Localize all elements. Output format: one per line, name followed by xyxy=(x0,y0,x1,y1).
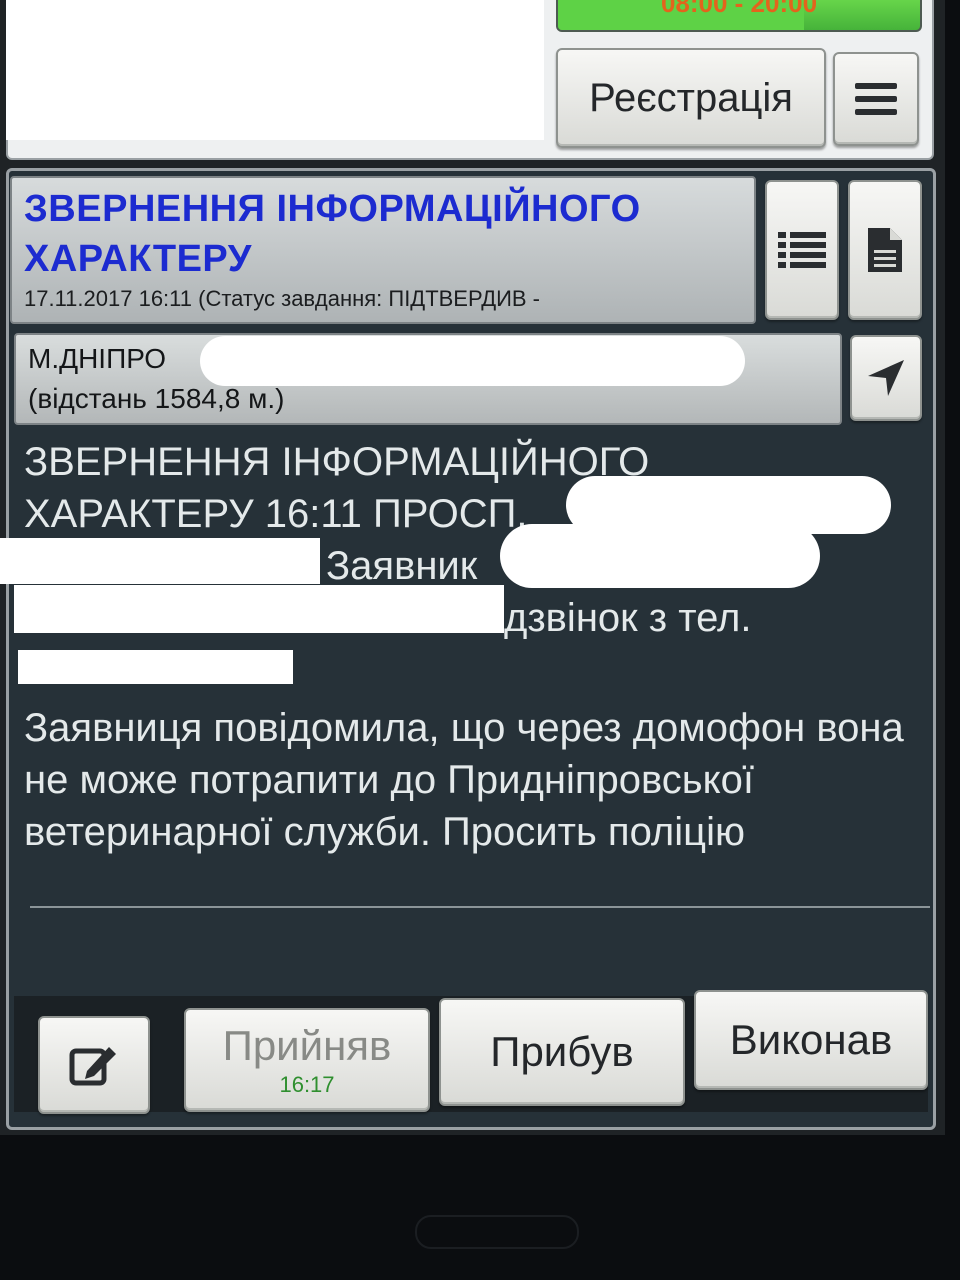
redacted-text xyxy=(0,538,320,584)
phone-home-button xyxy=(415,1215,579,1249)
redacted-text xyxy=(14,585,504,633)
redacted-phone xyxy=(18,650,293,684)
redacted-area xyxy=(6,0,544,140)
arrived-button[interactable]: Прибув xyxy=(439,998,685,1106)
redacted-applicant xyxy=(500,524,820,588)
edit-icon xyxy=(69,1047,116,1086)
menu-button[interactable] xyxy=(833,52,919,146)
edit-button[interactable] xyxy=(38,1016,150,1114)
accepted-button[interactable]: Прийняв 16:17 xyxy=(184,1008,430,1112)
document-icon xyxy=(868,228,902,272)
divider xyxy=(30,906,930,908)
app-screen: 08:00 - 20:00 Реєстрація ЗВЕРНЕННЯ ІНФОР… xyxy=(0,0,945,1135)
accepted-label: Прийняв xyxy=(222,1022,392,1069)
task-title: ЗВЕРНЕННЯ ІНФОРМАЦІЙНОГО ХАРАКТЕРУ xyxy=(24,188,641,280)
shift-progress-bar: 08:00 - 20:00 xyxy=(556,0,922,32)
completed-button[interactable]: Виконав xyxy=(694,990,928,1090)
shift-time: 08:00 - 20:00 xyxy=(660,0,818,18)
task-list-button[interactable] xyxy=(765,180,839,320)
task-header[interactable]: ЗВЕРНЕННЯ ІНФОРМАЦІЙНОГО ХАРАКТЕРУ 17.11… xyxy=(10,176,756,324)
redacted-address xyxy=(200,336,745,386)
list-icon xyxy=(778,232,826,268)
task-document-button[interactable] xyxy=(848,180,922,320)
task-status-line: 17.11.2017 16:11 (Статус завдання: ПІДТВ… xyxy=(24,286,541,311)
description-message: Заявниця повідомила, що через домофон во… xyxy=(24,706,904,854)
registration-button[interactable]: Реєстрація xyxy=(556,48,826,148)
navigate-button[interactable] xyxy=(850,335,922,421)
hamburger-menu-icon xyxy=(855,83,897,115)
accepted-time: 16:17 xyxy=(279,1072,335,1097)
navigation-arrow-icon xyxy=(868,360,904,396)
